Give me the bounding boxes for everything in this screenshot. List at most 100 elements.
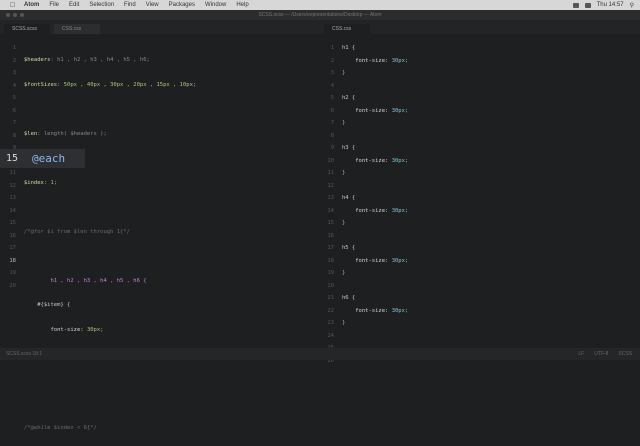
tab-css-right[interactable]: CSS.css: [324, 24, 370, 34]
line-number: 1: [330, 45, 334, 51]
menu-help[interactable]: Help: [236, 2, 248, 8]
battery-icon[interactable]: [584, 2, 591, 8]
css-rule-close: }: [342, 320, 346, 326]
line-number: 16: [9, 232, 16, 239]
css-declaration: font-size: 30px;: [342, 58, 408, 64]
window-controls: [6, 13, 24, 17]
css-declaration: font-size: 30px;: [342, 108, 408, 114]
line-number: 11: [9, 170, 16, 176]
css-rule-close: }: [342, 120, 346, 126]
css-declaration: font-size: 30px;: [342, 208, 408, 214]
menu-find[interactable]: Find: [124, 2, 136, 8]
line-number: 7: [330, 120, 334, 126]
clock[interactable]: Thu 14:57: [597, 2, 624, 8]
css-declaration-line: font-size: 30px;: [342, 305, 634, 318]
line-number: 20: [9, 282, 16, 289]
menu-edit[interactable]: Edit: [69, 2, 79, 8]
menu-bar:  Atom File Edit Selection Find View Pac…: [0, 0, 640, 10]
line-number: 13: [9, 195, 16, 201]
css-rule-open: h6 {: [342, 292, 634, 305]
css-property: font-size:: [355, 57, 389, 64]
code-line-11: #{$item} {: [37, 302, 71, 308]
menu-atom[interactable]: Atom: [24, 2, 39, 8]
line-number: 14: [9, 207, 16, 214]
css-rule-close-line: }: [342, 67, 634, 80]
css-rule-close: }: [342, 70, 346, 76]
apple-icon[interactable]: : [10, 2, 18, 9]
zoom-window-button[interactable]: [20, 13, 24, 17]
close-window-button[interactable]: [6, 13, 10, 17]
css-value: 30px;: [391, 57, 409, 64]
code-line-10: h1 , h2 , h3 , h4 , h5 , h6 {: [50, 277, 147, 284]
css-property: font-size:: [355, 207, 389, 214]
css-rule-open: h5 {: [342, 242, 634, 255]
tab-bar-right: CSS.css: [320, 20, 640, 34]
zoomed-code-text: @each: [32, 152, 66, 165]
line-number-gutter-right: 1 2 3 4 5 6 7 8 9 10 11 12 13 14 15 16 17 18 19 20 21 22 23 24 2…: [320, 42, 338, 367]
code-line-16: /*@while $index < 6{*/: [24, 424, 97, 431]
line-number: 19: [327, 270, 334, 276]
line-number: 13: [327, 195, 334, 201]
tab-scss[interactable]: SCSS.scss: [4, 24, 50, 34]
line-number: 3: [12, 70, 16, 76]
line-number: 11: [327, 170, 334, 176]
css-declaration-line: font-size: 30px;: [342, 105, 634, 118]
wifi-icon[interactable]: [572, 2, 579, 8]
css-rule-open: h4 {: [342, 192, 634, 205]
menu-bar-status: Thu 14:57 ⚲: [572, 0, 634, 10]
css-property: font-size:: [355, 157, 389, 164]
line-number: 1: [12, 45, 16, 51]
css-value: 30px;: [391, 307, 409, 314]
line-number: 14: [327, 207, 334, 214]
line-number: 12: [327, 182, 334, 189]
menu-view[interactable]: View: [146, 2, 159, 8]
grammar[interactable]: SCSS: [618, 351, 632, 357]
css-selector: h3 {: [342, 145, 356, 151]
window-title: SCSS.scss — /Users/eepresentations/Deskt…: [258, 12, 382, 18]
css-selector: h2 {: [342, 95, 356, 101]
css-declaration-line: font-size: 30px;: [342, 205, 634, 218]
css-rule-open: h3 {: [342, 142, 634, 155]
tab-css-left[interactable]: CSS.css: [54, 24, 100, 34]
line-number: 5: [12, 95, 16, 101]
css-rule-close: }: [342, 220, 346, 226]
css-value: 30px;: [391, 207, 409, 214]
css-declaration: font-size: 30px;: [342, 158, 408, 164]
css-declaration: font-size: 30px;: [342, 308, 408, 314]
line-number: 5: [330, 95, 334, 101]
line-number: 24: [327, 332, 334, 339]
css-value: 30px;: [391, 157, 409, 164]
line-number: 6: [330, 107, 334, 114]
minimize-window-button[interactable]: [13, 13, 17, 17]
editor-pane-scss[interactable]: 1234567891011121314151617181920 $headers…: [0, 34, 320, 431]
menu-file[interactable]: File: [49, 2, 59, 8]
css-code-area[interactable]: h1 { font-size: 30px;} h2 { font-size: 30…: [342, 42, 634, 330]
line-number: 22: [327, 307, 334, 314]
css-property: font-size:: [355, 107, 389, 114]
code-line-8: /*@for $i from $len through 1{*/: [24, 228, 130, 235]
line-ending[interactable]: LF: [578, 351, 584, 357]
line-number: 17: [9, 245, 16, 251]
css-rule-close-line: }: [342, 317, 634, 330]
menu-packages[interactable]: Packages: [169, 2, 195, 8]
code-area[interactable]: $headers: h1 , h2 , h3 , h4 , h5 , h6; $…: [24, 42, 314, 446]
line-number: 4: [12, 82, 16, 89]
menu-window[interactable]: Window: [205, 2, 226, 8]
editor-pane-css[interactable]: 1 2 3 4 5 6 7 8 9 10 11 12 13 14 15 16 17 18 19 20 21 22 23 24 2…: [320, 34, 640, 364]
css-declaration-line: font-size: 30px;: [342, 255, 634, 268]
window-titlebar: SCSS.scss — /Users/eepresentations/Deskt…: [0, 10, 640, 20]
line-number: 4: [330, 82, 334, 89]
line-number: 8: [330, 132, 334, 139]
css-value: 30px;: [391, 257, 409, 264]
encoding[interactable]: UTF-8: [594, 351, 608, 357]
code-line-2: $fontSizes: 50px , 40px , 30px , 20px , …: [24, 81, 197, 88]
search-icon[interactable]: ⚲: [630, 2, 634, 9]
menu-selection[interactable]: Selection: [89, 2, 114, 8]
cursor-position[interactable]: SCSS.scss 18:1: [6, 351, 42, 357]
